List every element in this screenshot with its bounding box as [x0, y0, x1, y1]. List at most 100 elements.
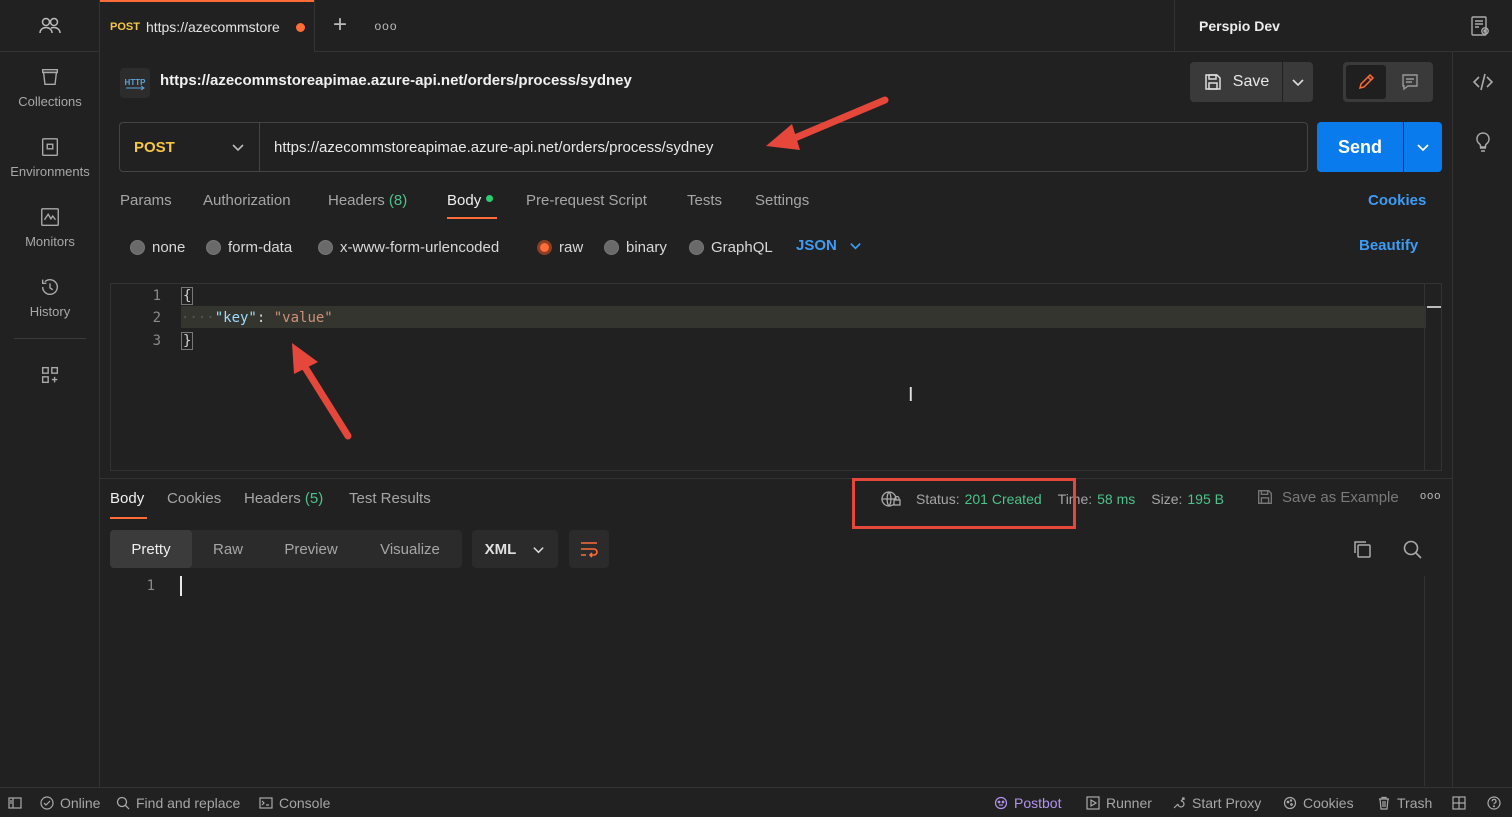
response-scrollbar[interactable]	[1424, 576, 1442, 786]
right-sidebar	[1452, 52, 1512, 787]
save-options-button[interactable]	[1283, 62, 1313, 102]
help-button[interactable]	[1487, 788, 1501, 817]
edit-mode-button[interactable]	[1346, 65, 1386, 99]
request-title[interactable]: https://azecommstoreapimae.azure-api.net…	[160, 72, 632, 89]
body-type-none[interactable]: none	[130, 237, 185, 257]
cookies-button[interactable]: Cookies	[1283, 788, 1354, 817]
time-value[interactable]: 58 ms	[1097, 491, 1135, 507]
code-line: }	[181, 332, 194, 350]
radio-label: GraphQL	[711, 238, 773, 256]
body-type-graphql[interactable]: GraphQL	[689, 237, 773, 257]
search-icon[interactable]	[1401, 538, 1423, 560]
sidebar-item-configure[interactable]	[0, 364, 100, 428]
code-icon[interactable]	[1471, 70, 1495, 94]
body-type-form-data[interactable]: form-data	[206, 237, 292, 257]
wrap-lines-button[interactable]	[569, 530, 609, 568]
tab-tests[interactable]: Tests	[687, 192, 722, 220]
response-options-icon[interactable]: ooo	[1420, 490, 1441, 502]
save-as-example-button[interactable]: Save as Example	[1256, 488, 1399, 506]
sidebar-item-history[interactable]: History	[0, 276, 100, 340]
radio-label: x-www-form-urlencoded	[340, 238, 500, 256]
editor-scrollbar[interactable]	[1424, 284, 1442, 470]
svg-text:HTTP: HTTP	[125, 78, 147, 87]
sidebar-item-collections[interactable]: Collections	[0, 66, 100, 130]
trash-label: Trash	[1397, 795, 1433, 811]
lightbulb-icon[interactable]	[1471, 130, 1495, 154]
response-tab-body[interactable]: Body	[110, 490, 144, 507]
tab-headers[interactable]: Headers (8)	[328, 192, 407, 220]
format-raw[interactable]: Raw	[192, 530, 264, 568]
console-button[interactable]: Console	[259, 788, 330, 817]
radio-icon	[130, 239, 145, 255]
runner-button[interactable]: Runner	[1086, 788, 1152, 817]
format-visualize[interactable]: Visualize	[358, 530, 462, 568]
comments-button[interactable]	[1390, 65, 1430, 99]
sidebar-item-environments[interactable]: Environments	[0, 136, 100, 200]
toggle-sidebar-button[interactable]	[8, 788, 22, 817]
request-body-editor[interactable]: 1 2 3 { ····"key": "value" }	[110, 283, 1442, 471]
layout-toggle-button[interactable]	[1452, 788, 1466, 817]
radio-label: binary	[626, 238, 667, 256]
tab-options-icon[interactable]: ooo	[374, 14, 398, 38]
beautify-button[interactable]: Beautify	[1359, 237, 1418, 254]
body-type-raw[interactable]: raw	[537, 237, 583, 257]
pane-divider[interactable]	[100, 478, 1452, 479]
team-icon[interactable]	[0, 0, 100, 52]
start-proxy-button[interactable]: Start Proxy	[1172, 788, 1261, 817]
sidebar-item-label: History	[29, 304, 71, 319]
tab-pre-request-script[interactable]: Pre-request Script	[526, 192, 647, 220]
tab-params[interactable]: Params	[120, 192, 172, 220]
body-type-urlencoded[interactable]: x-www-form-urlencoded	[318, 237, 499, 257]
radio-label: form-data	[228, 238, 293, 256]
json-key: "key"	[214, 310, 257, 326]
request-tab[interactable]: POST https://azecommstore	[100, 0, 314, 52]
find-replace-button[interactable]: Find and replace	[116, 788, 240, 817]
cookies-link[interactable]: Cookies	[1368, 192, 1426, 209]
find-replace-label: Find and replace	[136, 795, 241, 811]
format-pretty[interactable]: Pretty	[110, 530, 192, 568]
new-tab-button[interactable]: +	[328, 13, 352, 38]
save-icon	[1258, 490, 1272, 504]
size-value[interactable]: 195 B	[1187, 491, 1224, 507]
url-bar: POST	[119, 122, 1308, 172]
tab-settings[interactable]: Settings	[755, 192, 809, 220]
body-type-binary[interactable]: binary	[604, 237, 667, 257]
postbot-button[interactable]: Postbot	[994, 788, 1061, 817]
environment-quick-look-icon[interactable]	[1468, 14, 1492, 38]
chevron-down-icon	[1292, 79, 1304, 87]
tab-body[interactable]: Body	[447, 192, 494, 220]
online-status[interactable]: Online	[40, 788, 100, 817]
send-options-button[interactable]	[1404, 122, 1442, 172]
size-label: Size:	[1151, 491, 1183, 507]
response-tab-cookies[interactable]: Cookies	[167, 490, 221, 507]
line-number: 1	[152, 288, 161, 304]
sidebar-item-monitors[interactable]: Monitors	[0, 206, 100, 270]
code-line: {	[181, 287, 194, 305]
radio-icon	[604, 239, 619, 255]
response-language-select[interactable]: XML	[472, 530, 558, 568]
body-language-select[interactable]: JSON	[796, 237, 862, 254]
environment-name: Perspio Dev	[1199, 18, 1280, 34]
send-button[interactable]: Send	[1317, 122, 1403, 172]
format-preview[interactable]: Preview	[264, 530, 358, 568]
add-workbench-icon	[41, 366, 59, 384]
radio-icon	[318, 239, 333, 255]
code-line: ····"key": "value"	[181, 310, 333, 326]
postbot-label: Postbot	[1014, 795, 1062, 811]
environment-selector[interactable]: Perspio Dev	[1174, 0, 1512, 52]
copy-icon[interactable]	[1351, 538, 1373, 560]
url-input[interactable]	[260, 123, 1300, 171]
current-line-highlight	[181, 306, 1426, 328]
save-button[interactable]: Save	[1190, 62, 1282, 102]
history-icon	[41, 279, 58, 296]
response-tab-headers[interactable]: Headers (5)	[244, 490, 323, 507]
response-tab-test-results[interactable]: Test Results	[349, 490, 431, 507]
active-tab-indicator	[110, 517, 147, 519]
method-select[interactable]: POST	[120, 123, 260, 171]
radio-checked-icon	[537, 239, 552, 255]
trash-button[interactable]: Trash	[1377, 788, 1432, 817]
tab-authorization[interactable]: Authorization	[203, 192, 291, 220]
radio-label: raw	[559, 238, 584, 256]
tab-headers-count: (8)	[388, 192, 408, 209]
sidebar-toggle-icon	[8, 797, 22, 809]
